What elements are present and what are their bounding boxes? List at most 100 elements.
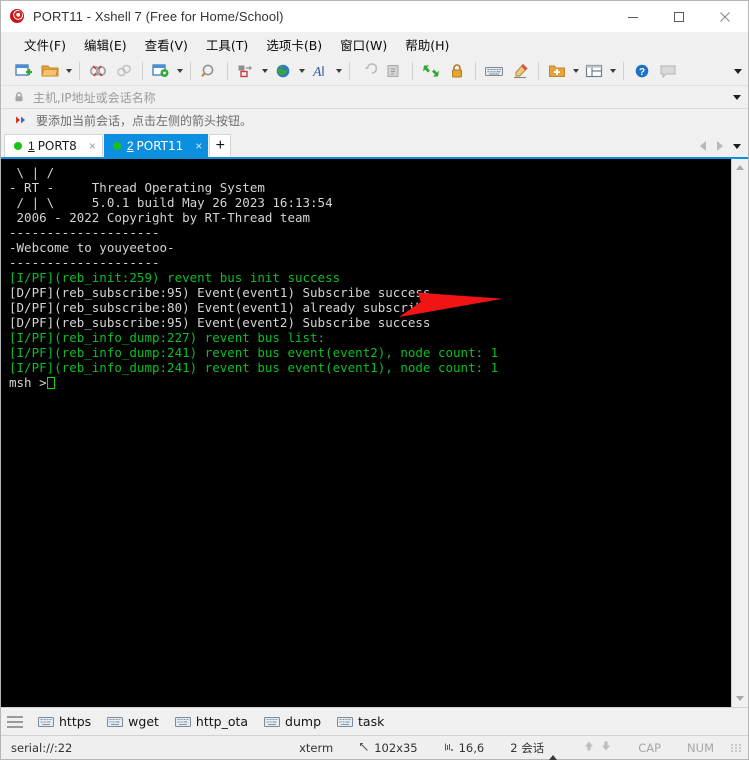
tab-label: PORT11 [136,138,184,153]
globe-dropdown-icon[interactable] [296,60,307,83]
quick-command-wget[interactable]: wget [100,712,166,731]
status-num-lock: NUM [687,740,714,755]
chevron-down-icon [734,69,742,74]
terminal-line: -------------------- [9,225,160,240]
drag-handle-icon[interactable] [7,715,25,728]
terminal-output[interactable]: \ | / - RT - Thread Operating System / |… [1,159,731,707]
tab-label: PORT8 [37,139,77,153]
link-icon[interactable] [112,60,136,83]
transfer-dropdown-icon[interactable] [259,60,270,83]
xshell-logo-icon [10,8,26,25]
transfer-icon[interactable] [234,60,258,83]
menu-view[interactable]: 查看(V) [136,32,197,57]
open-folder-dropdown-icon[interactable] [63,60,74,83]
help-icon[interactable]: ? [630,60,654,83]
quick-command-label: https [59,714,92,729]
keyboard-icon [38,716,54,728]
open-folder-icon[interactable] [38,60,62,83]
lock-icon[interactable] [445,60,469,83]
new-session-icon[interactable] [12,60,36,83]
add-folder-dropdown-icon[interactable] [570,60,581,83]
status-emulation[interactable]: xterm [286,741,346,755]
terminal-area: \ | / - RT - Thread Operating System / |… [1,157,748,707]
tab-port8[interactable]: 1 PORT8 × [4,134,103,157]
red-arrow-icon [15,114,29,126]
session-properties-dropdown-icon[interactable] [174,60,185,83]
tab-number: 1 [28,139,35,153]
tab-close-icon[interactable]: × [89,140,96,152]
copy-icon[interactable] [382,60,406,83]
terminal-line: [D/PF](reb_subscribe:95) Event(event1) S… [9,285,431,300]
terminal-line: \ | / [9,165,55,180]
disconnect-icon[interactable] [86,60,110,83]
status-transfer-indicators [570,740,625,755]
quick-command-http-ota[interactable]: http_ota [168,712,255,731]
scroll-up-button[interactable] [732,159,749,176]
menu-window[interactable]: 窗口(W) [331,32,396,57]
globe-icon[interactable] [271,60,295,83]
comment-icon[interactable] [656,60,680,83]
toolbar-separator [623,62,624,80]
quick-command-label: http_ota [195,714,249,729]
chevron-up-icon[interactable] [549,740,558,760]
chevron-right-icon[interactable] [713,139,727,153]
resize-grip-icon[interactable] [731,743,742,752]
session-properties-icon[interactable] [149,60,173,83]
toolbar-separator [538,62,539,80]
layout-dropdown-icon[interactable] [607,60,618,83]
chevron-down-icon [736,696,744,701]
window-title: PORT11 - Xshell 7 (Free for Home/School) [33,9,284,24]
quick-command-label: task [358,714,385,729]
maximize-button[interactable] [656,1,702,32]
minimize-button[interactable] [610,1,656,32]
resize-icon [359,741,369,755]
terminal-line: 2006 - 2022 Copyright by RT-Thread team [9,210,311,225]
toolbar-separator [142,62,143,80]
quick-command-dump[interactable]: dump [257,712,328,731]
quick-command-https[interactable]: https [31,712,98,731]
toolbar-overflow-button[interactable] [734,57,742,86]
layout-icon[interactable] [582,60,606,83]
quick-command-task[interactable]: task [330,712,391,731]
find-icon[interactable] [197,60,221,83]
chevron-down-icon[interactable] [730,139,744,153]
address-dropdown-button[interactable] [733,86,741,109]
highlight-icon[interactable] [508,60,532,83]
font-icon[interactable]: A [308,60,332,83]
toolbar-separator [227,62,228,80]
terminal-line: - RT - Thread Operating System [9,180,265,195]
tab-close-icon[interactable]: × [195,140,202,152]
chevron-left-icon[interactable] [696,139,710,153]
tab-status-dot-icon [14,142,22,150]
keyboard-icon[interactable] [482,60,506,83]
scroll-down-button[interactable] [732,690,749,707]
menu-tabs[interactable]: 选项卡(B) [257,32,331,57]
font-dropdown-icon[interactable] [333,60,344,83]
close-button[interactable] [702,1,748,32]
new-tab-button[interactable]: + [209,134,232,157]
fullscreen-icon[interactable] [419,60,443,83]
add-folder-icon[interactable] [545,60,569,83]
menu-edit[interactable]: 编辑(E) [75,32,136,57]
terminal-scrollbar[interactable] [731,159,748,707]
status-terminal-size: 102x35 [346,741,430,755]
terminal-line: / | \ 5.0.1 build May 26 2023 16:13:54 [9,195,333,210]
status-bar: serial://:22 xterm 102x35 16,6 2 会话 CAP … [1,735,748,760]
menu-file[interactable]: 文件(F) [15,32,75,57]
tab-port11[interactable]: 2 PORT11 × [103,134,209,157]
status-cursor-position: 16,6 [431,741,498,755]
address-bar[interactable]: 主机,IP地址或会话名称 [1,86,748,109]
terminal-line: -Webcome to youyeetoo- [9,240,175,255]
menu-help[interactable]: 帮助(H) [396,32,458,57]
keyboard-icon [264,716,281,728]
menu-tools[interactable]: 工具(T) [197,32,257,57]
quick-command-bar: https wget http_ota dump task [1,707,748,735]
keyboard-icon [174,716,191,728]
hint-text: 要添加当前会话，点击左侧的箭头按钮。 [36,113,253,128]
status-sessions[interactable]: 2 会话 [497,740,570,760]
status-cursor-value: 16,6 [458,740,485,755]
tab-number: 2 [126,138,134,153]
address-input-placeholder[interactable]: 主机,IP地址或会话名称 [33,89,156,106]
toolbar-separator [412,62,413,80]
undo-icon[interactable] [356,60,380,83]
